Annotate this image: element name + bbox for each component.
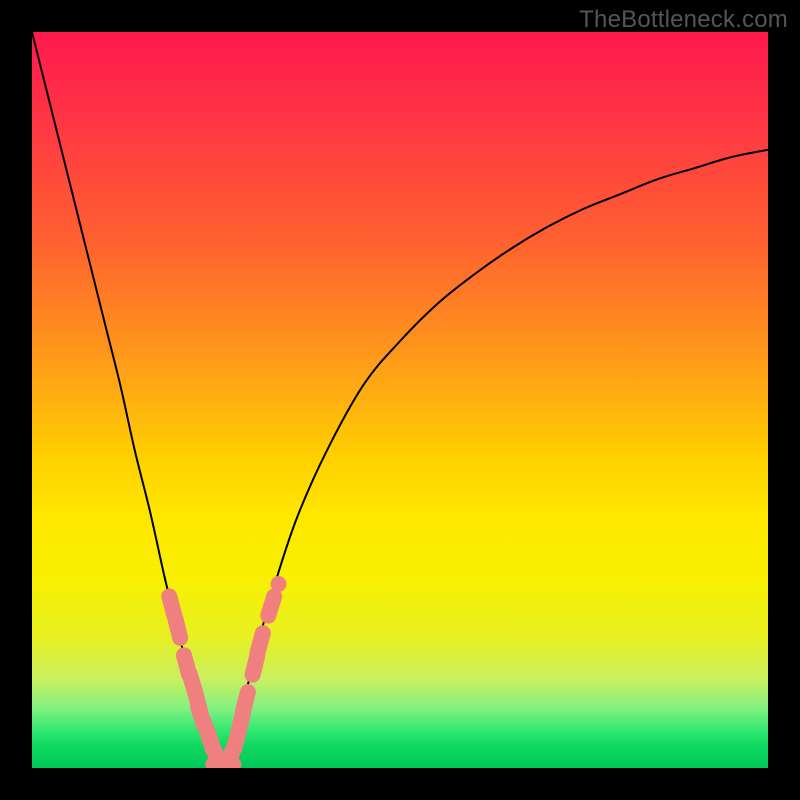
right-branch-curve (223, 150, 768, 768)
marker-dot (263, 598, 279, 614)
marker-dot (232, 716, 248, 732)
marker-dot (184, 675, 200, 691)
marker-dot (170, 620, 186, 636)
marker-dot (204, 738, 220, 754)
plot-area (32, 32, 768, 768)
curve-layer (32, 32, 768, 768)
marker-dot (193, 708, 209, 724)
marker-dot (221, 749, 237, 765)
marker-cluster (169, 584, 279, 766)
watermark-text: TheBottleneck.com (579, 6, 788, 34)
chart-frame: TheBottleneck.com (0, 0, 800, 800)
marker-capsule (258, 633, 263, 652)
left-branch-curve (32, 32, 223, 768)
marker-dot (247, 657, 263, 673)
marker-capsule (243, 692, 248, 711)
